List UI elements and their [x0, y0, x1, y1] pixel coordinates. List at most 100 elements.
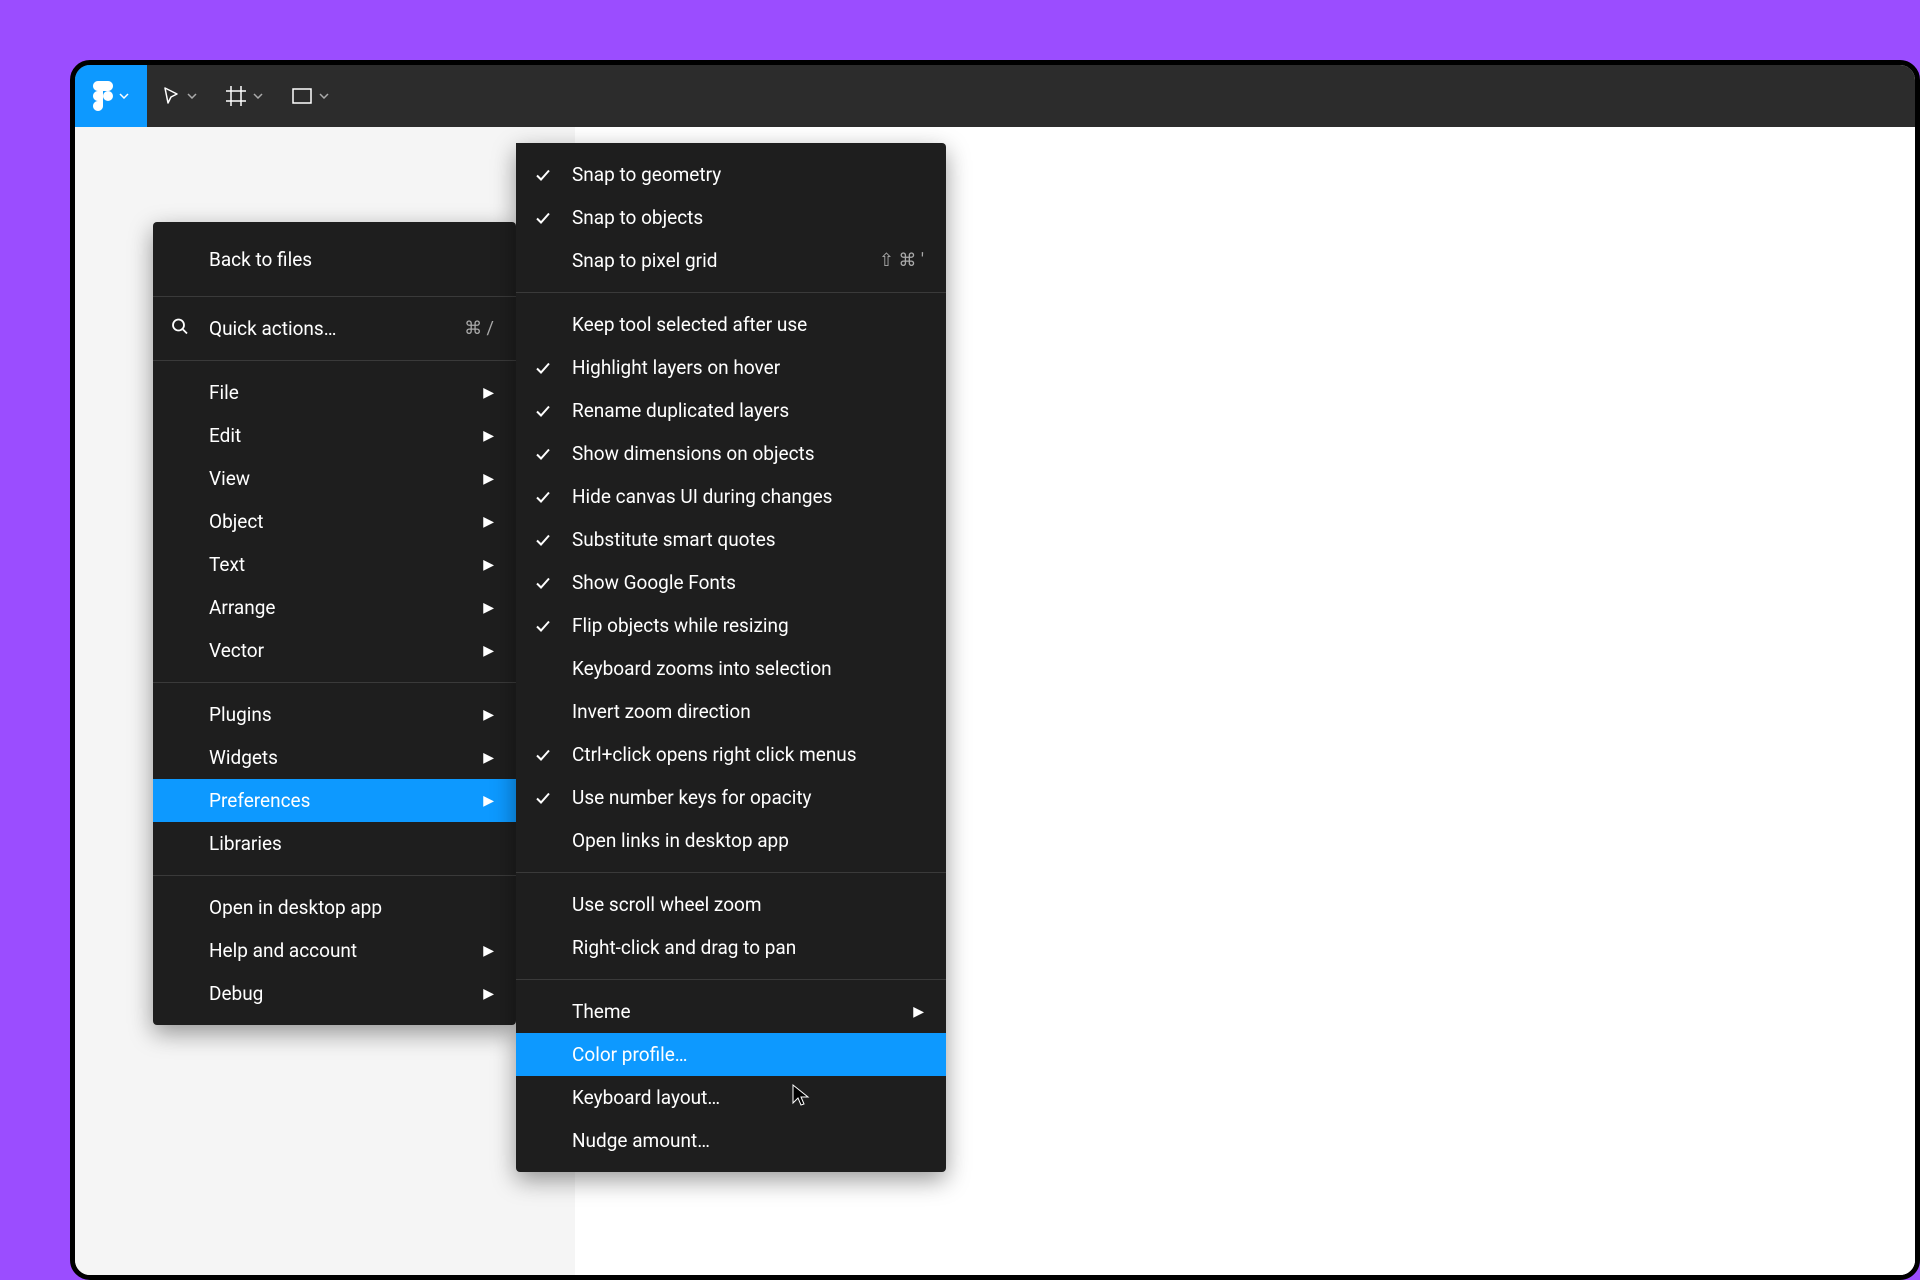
check-icon [536, 206, 550, 229]
menu-separator [153, 296, 516, 297]
pref-nudge-amount[interactable]: Nudge amount… [516, 1119, 946, 1162]
menu-item-file[interactable]: File ▶ [153, 371, 516, 414]
search-icon [171, 317, 189, 340]
menu-item-open-desktop[interactable]: Open in desktop app [153, 886, 516, 929]
chevron-down-icon [319, 93, 329, 99]
pref-open-links-desktop[interactable]: Open links in desktop app [516, 819, 946, 862]
menu-item-back-to-files[interactable]: Back to files [153, 232, 516, 286]
menu-item-widgets[interactable]: Widgets ▶ [153, 736, 516, 779]
menu-item-label: Ctrl+click opens right click menus [572, 743, 924, 766]
pref-keyboard-zoom-selection[interactable]: Keyboard zooms into selection [516, 647, 946, 690]
pref-snap-objects[interactable]: Snap to objects [516, 196, 946, 239]
menu-item-label: Libraries [209, 832, 494, 855]
menu-separator [516, 872, 946, 873]
pref-keep-tool-selected[interactable]: Keep tool selected after use [516, 303, 946, 346]
pref-google-fonts[interactable]: Show Google Fonts [516, 561, 946, 604]
rectangle-tool-button[interactable] [277, 65, 343, 127]
pref-number-keys-opacity[interactable]: Use number keys for opacity [516, 776, 946, 819]
check-icon [536, 163, 550, 186]
menu-item-label: Snap to pixel grid [572, 249, 879, 272]
pref-scroll-wheel-zoom[interactable]: Use scroll wheel zoom [516, 883, 946, 926]
pref-hide-canvas-ui[interactable]: Hide canvas UI during changes [516, 475, 946, 518]
menu-item-label: Widgets [209, 746, 483, 769]
menu-item-debug[interactable]: Debug ▶ [153, 972, 516, 1015]
chevron-right-icon: ▶ [483, 428, 494, 444]
check-icon [536, 571, 550, 594]
menu-item-label: Keyboard zooms into selection [572, 657, 924, 680]
pref-highlight-layers[interactable]: Highlight layers on hover [516, 346, 946, 389]
chevron-right-icon: ▶ [483, 707, 494, 723]
menu-item-vector[interactable]: Vector ▶ [153, 629, 516, 672]
check-icon [536, 356, 550, 379]
menu-item-edit[interactable]: Edit ▶ [153, 414, 516, 457]
chevron-down-icon [253, 93, 263, 99]
figma-window: Back to files Quick actions… ⌘ / File ▶ … [70, 60, 1920, 1280]
pref-flip-resizing[interactable]: Flip objects while resizing [516, 604, 946, 647]
menu-item-text[interactable]: Text ▶ [153, 543, 516, 586]
chevron-right-icon: ▶ [483, 643, 494, 659]
pref-show-dimensions[interactable]: Show dimensions on objects [516, 432, 946, 475]
pref-invert-zoom[interactable]: Invert zoom direction [516, 690, 946, 733]
menu-item-label: Arrange [209, 596, 483, 619]
chevron-right-icon: ▶ [483, 514, 494, 530]
menu-item-arrange[interactable]: Arrange ▶ [153, 586, 516, 629]
move-tool-button[interactable] [147, 65, 211, 127]
pref-keyboard-layout[interactable]: Keyboard layout… [516, 1076, 946, 1119]
menu-item-label: Color profile… [572, 1043, 924, 1066]
pref-snap-pixel-grid[interactable]: Snap to pixel grid ⇧ ⌘ ' [516, 239, 946, 282]
menu-item-plugins[interactable]: Plugins ▶ [153, 693, 516, 736]
menu-item-label: Substitute smart quotes [572, 528, 924, 551]
menu-item-label: Open links in desktop app [572, 829, 924, 852]
menu-item-label: Preferences [209, 789, 483, 812]
pref-color-profile[interactable]: Color profile… [516, 1033, 946, 1076]
menu-item-label: Flip objects while resizing [572, 614, 924, 637]
menu-item-libraries[interactable]: Libraries [153, 822, 516, 865]
menu-item-object[interactable]: Object ▶ [153, 500, 516, 543]
pref-ctrl-click-menus[interactable]: Ctrl+click opens right click menus [516, 733, 946, 776]
pref-right-click-pan[interactable]: Right-click and drag to pan [516, 926, 946, 969]
chevron-right-icon: ▶ [483, 943, 494, 959]
menu-item-label: Use number keys for opacity [572, 786, 924, 809]
pref-rename-duplicated[interactable]: Rename duplicated layers [516, 389, 946, 432]
check-icon [536, 442, 550, 465]
menu-item-label: Highlight layers on hover [572, 356, 924, 379]
menu-item-label: Hide canvas UI during changes [572, 485, 924, 508]
rectangle-tool-icon [291, 85, 313, 107]
menu-item-label: Vector [209, 639, 483, 662]
chevron-down-icon [119, 93, 129, 99]
chevron-right-icon: ▶ [483, 986, 494, 1002]
check-icon [536, 399, 550, 422]
menu-item-label: Use scroll wheel zoom [572, 893, 924, 916]
main-menu: Back to files Quick actions… ⌘ / File ▶ … [153, 222, 516, 1025]
menu-item-label: Edit [209, 424, 483, 447]
pref-snap-geometry[interactable]: Snap to geometry [516, 153, 946, 196]
chevron-right-icon: ▶ [483, 557, 494, 573]
menu-item-label: Rename duplicated layers [572, 399, 924, 422]
menu-item-quick-actions[interactable]: Quick actions… ⌘ / [153, 307, 516, 350]
pref-theme[interactable]: Theme ▶ [516, 990, 946, 1033]
chevron-right-icon: ▶ [483, 793, 494, 809]
pref-smart-quotes[interactable]: Substitute smart quotes [516, 518, 946, 561]
frame-tool-icon [225, 85, 247, 107]
toolbar [75, 65, 1915, 127]
menu-item-view[interactable]: View ▶ [153, 457, 516, 500]
menu-item-label: View [209, 467, 483, 490]
frame-tool-button[interactable] [211, 65, 277, 127]
menu-item-label: Text [209, 553, 483, 576]
chevron-right-icon: ▶ [483, 600, 494, 616]
check-icon [536, 614, 550, 637]
chevron-right-icon: ▶ [483, 750, 494, 766]
menu-item-label: File [209, 381, 483, 404]
menu-item-label: Show dimensions on objects [572, 442, 924, 465]
figma-menu-button[interactable] [75, 65, 147, 127]
menu-item-help[interactable]: Help and account ▶ [153, 929, 516, 972]
check-icon [536, 528, 550, 551]
menu-separator [516, 979, 946, 980]
menu-item-label: Debug [209, 982, 483, 1005]
menu-item-label: Keep tool selected after use [572, 313, 924, 336]
chevron-down-icon [187, 93, 197, 99]
menu-item-preferences[interactable]: Preferences ▶ [153, 779, 516, 822]
check-icon [536, 485, 550, 508]
menu-item-label: Back to files [209, 248, 494, 271]
chevron-right-icon: ▶ [483, 385, 494, 401]
